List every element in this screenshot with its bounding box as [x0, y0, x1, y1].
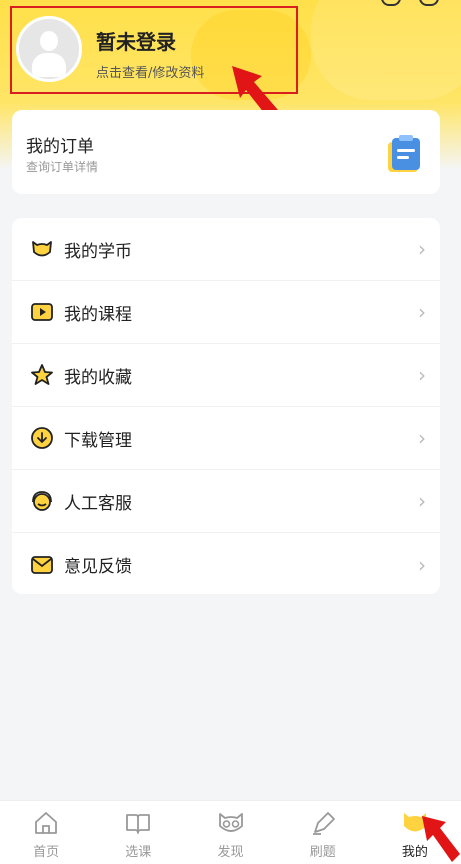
tab-courses[interactable]: 选课: [92, 801, 184, 864]
avatar-head-shape: [40, 31, 58, 51]
menu-label: 意见反馈: [64, 557, 132, 577]
order-card[interactable]: 我的订单 查询订单详情: [12, 110, 440, 194]
tab-label: 发现: [217, 845, 244, 860]
avatar-body-shape: [32, 53, 66, 77]
tab-discover[interactable]: 发现: [184, 801, 276, 864]
settings-icon[interactable]: [381, 0, 401, 6]
chevron-right-icon: ›: [418, 489, 426, 513]
menu-card: 我的学币 › 我的课程 › 我的收藏 › 下载管理 › 人工客服 › 意见反馈 …: [12, 218, 440, 594]
login-profile-area[interactable]: 暂未登录 点击查看/修改资料: [10, 6, 298, 94]
pen-icon: [312, 812, 335, 835]
clipboard-icon: [388, 135, 420, 172]
menu-item-feedback[interactable]: 意见反馈 ›: [12, 533, 440, 596]
tab-label: 我的: [401, 845, 428, 860]
coin-cat-icon: [32, 241, 52, 257]
menu-label: 我的收藏: [64, 367, 132, 388]
header-decoration: [311, 0, 461, 100]
order-title: 我的订单: [26, 137, 94, 157]
bottom-tab-bar: 首页 选课 发现 刷题 我的: [0, 800, 461, 864]
home-icon: [35, 812, 57, 834]
chevron-right-icon: ›: [418, 237, 426, 261]
chevron-right-icon: ›: [418, 552, 426, 577]
chevron-right-icon: ›: [418, 426, 426, 450]
avatar[interactable]: [16, 16, 82, 82]
menu-item-coins[interactable]: 我的学币 ›: [12, 218, 440, 281]
headset-icon: [32, 491, 52, 511]
login-name[interactable]: 暂未登录: [96, 26, 176, 55]
menu-label: 我的课程: [64, 304, 132, 325]
tab-home[interactable]: 首页: [0, 801, 92, 864]
tab-label: 刷题: [309, 845, 336, 860]
star-icon: [31, 364, 53, 385]
cat-glasses-icon: [218, 813, 243, 832]
menu-label: 我的学币: [64, 241, 132, 262]
tab-label: 首页: [33, 845, 60, 860]
order-subtitle: 查询订单详情: [26, 160, 99, 174]
profile-subtitle[interactable]: 点击查看/修改资料: [96, 62, 204, 81]
play-course-icon: [31, 303, 53, 321]
book-icon: [126, 814, 151, 834]
menu-item-downloads[interactable]: 下载管理 ›: [12, 407, 440, 470]
mail-icon: [31, 555, 53, 574]
message-icon[interactable]: [419, 0, 439, 6]
chevron-right-icon: ›: [418, 300, 426, 324]
profile-cat-icon: [403, 813, 426, 832]
menu-label: 人工客服: [64, 493, 132, 514]
top-icons: [381, 0, 439, 6]
menu-item-favorites[interactable]: 我的收藏 ›: [12, 344, 440, 407]
tab-practice[interactable]: 刷题: [277, 801, 369, 864]
menu-item-support[interactable]: 人工客服 ›: [12, 470, 440, 533]
menu-label: 下载管理: [64, 430, 132, 451]
download-icon: [31, 427, 53, 449]
menu-item-courses[interactable]: 我的课程 ›: [12, 281, 440, 344]
chevron-right-icon: ›: [418, 363, 426, 387]
tab-label: 选课: [125, 845, 152, 860]
tab-mine[interactable]: 我的: [369, 801, 461, 864]
